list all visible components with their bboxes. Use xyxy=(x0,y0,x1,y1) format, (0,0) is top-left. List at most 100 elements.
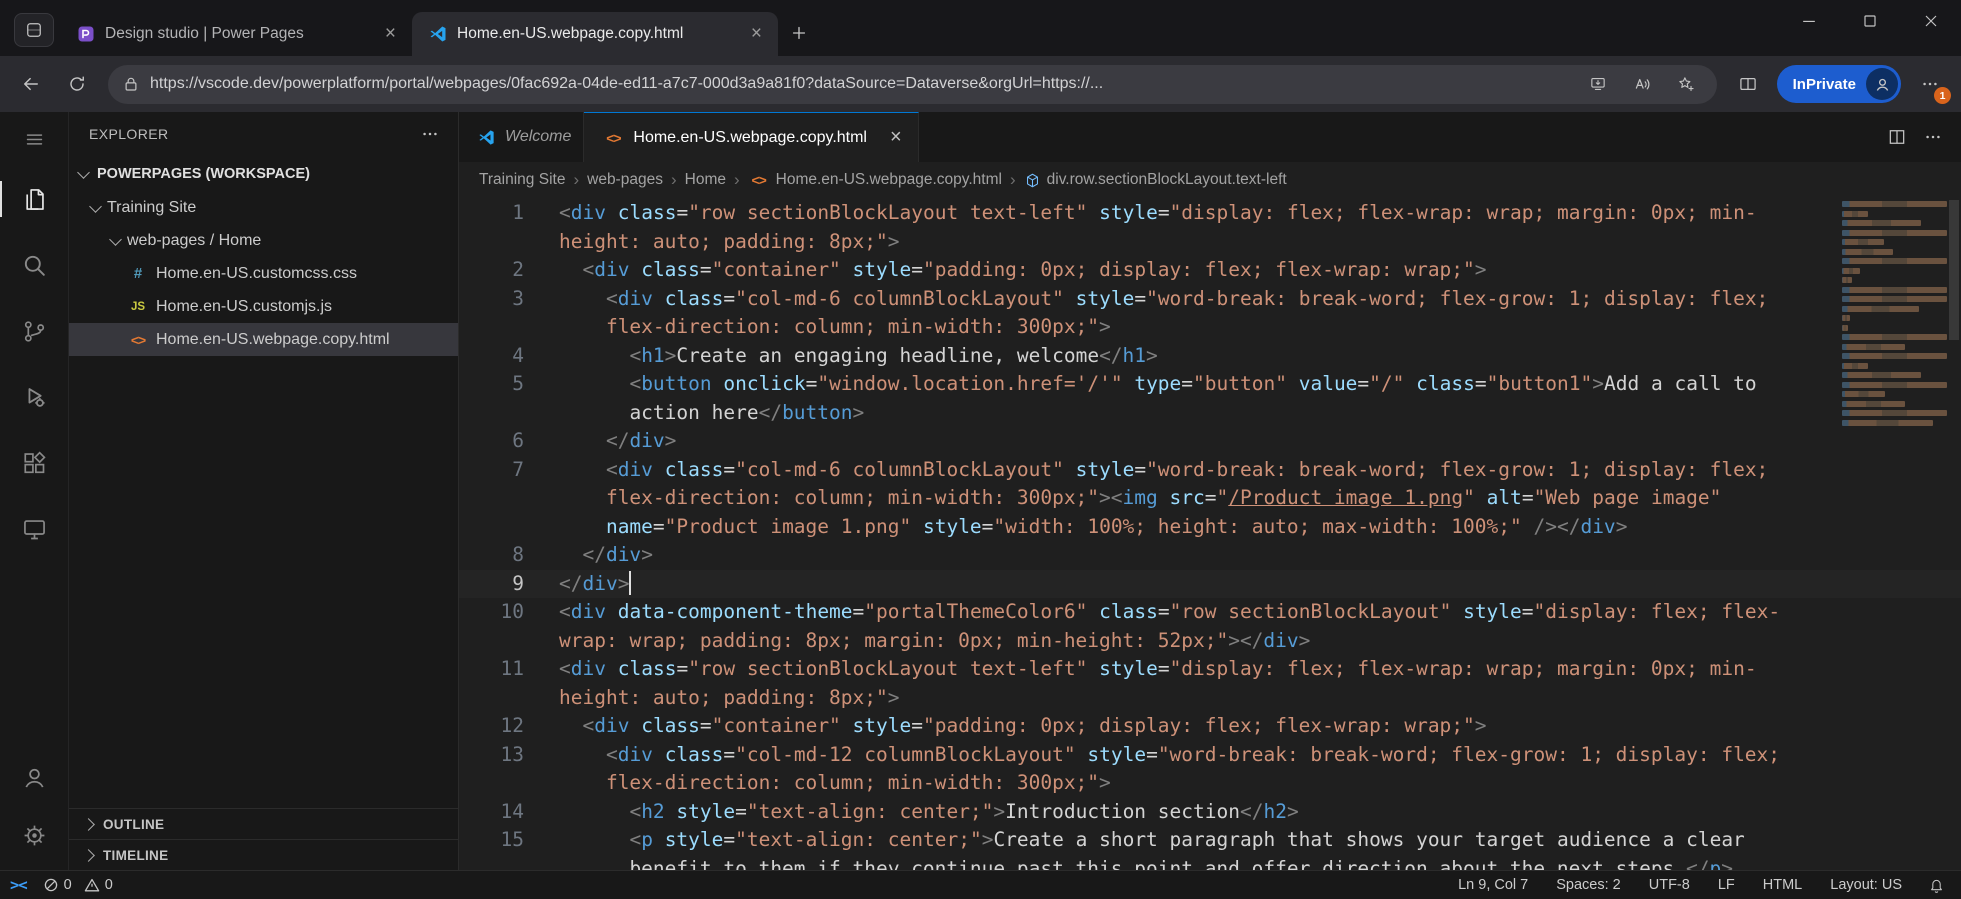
breadcrumb-item[interactable]: Home xyxy=(685,171,726,189)
activity-bar-top xyxy=(0,112,68,562)
workspace-section-header[interactable]: POWERPAGES (WORKSPACE) xyxy=(69,156,458,191)
workspace-label: POWERPAGES (WORKSPACE) xyxy=(97,166,310,182)
activitybar-manage[interactable] xyxy=(0,806,68,864)
inprivate-profile-button[interactable]: InPrivate xyxy=(1777,65,1901,103)
status-item[interactable]: Layout: US xyxy=(1830,877,1902,893)
minimap-line xyxy=(1842,268,1860,274)
chevron-down-icon xyxy=(109,233,122,246)
code-line[interactable]: 9</div> xyxy=(459,570,1961,599)
breadcrumb-item[interactable]: web-pages xyxy=(587,171,663,189)
activitybar-explorer[interactable] xyxy=(0,166,68,232)
activitybar-search[interactable] xyxy=(0,232,68,298)
refresh-icon xyxy=(67,74,87,94)
code-line[interactable]: 3<div class="col-md-6 columnBlockLayout"… xyxy=(459,285,1961,342)
code-line[interactable]: 15<p style="text-align: center;">Create … xyxy=(459,826,1961,870)
breadcrumb-item[interactable]: div.row.sectionBlockLayout.text-left xyxy=(1024,171,1287,189)
line-number: 8 xyxy=(459,541,559,570)
outline-section-header[interactable]: OUTLINE xyxy=(69,808,458,839)
scrollbar-slider[interactable] xyxy=(1949,200,1959,340)
code-line[interactable]: 1<div class="row sectionBlockLayout text… xyxy=(459,199,1961,256)
tree-item[interactable]: <>Home.en-US.webpage.copy.html xyxy=(69,323,458,356)
browser-tab[interactable]: Design studio | Power Pages× xyxy=(60,12,412,56)
editor-more-icon[interactable] xyxy=(1923,127,1943,147)
editor-tab[interactable]: Welcome xyxy=(459,112,584,162)
code-area: 1<div class="row sectionBlockLayout text… xyxy=(459,198,1961,870)
add-favorite-icon[interactable] xyxy=(1669,68,1703,100)
code-line[interactable]: 12<div class="container" style="padding:… xyxy=(459,712,1961,741)
activitybar-accounts[interactable] xyxy=(0,748,68,806)
explorer-more-icon[interactable] xyxy=(420,124,440,144)
code-line[interactable]: 5<button onclick="window.location.href='… xyxy=(459,370,1961,427)
code-editor[interactable]: 1<div class="row sectionBlockLayout text… xyxy=(459,198,1961,870)
editor-scrollbar[interactable] xyxy=(1947,198,1961,870)
address-bar[interactable]: https://vscode.dev/powerplatform/portal/… xyxy=(108,65,1717,104)
extensions-icon xyxy=(21,450,48,477)
vscode-icon xyxy=(477,128,496,147)
status-item[interactable]: UTF-8 xyxy=(1649,877,1690,893)
activitybar-menu[interactable] xyxy=(0,112,68,166)
tree-item[interactable]: web-pages / Home xyxy=(69,224,458,257)
status-item[interactable]: HTML xyxy=(1763,877,1802,893)
code-line[interactable]: 8</div> xyxy=(459,541,1961,570)
minimap-line xyxy=(1842,344,1905,350)
code-line[interactable]: 10<div data-component-theme="portalTheme… xyxy=(459,598,1961,655)
code-line[interactable]: 2<div class="container" style="padding: … xyxy=(459,256,1961,285)
tab-actions-button[interactable] xyxy=(14,13,54,47)
status-item[interactable]: LF xyxy=(1718,877,1735,893)
tree-item[interactable]: #Home.en-US.customcss.css xyxy=(69,257,458,290)
split-editor-icon[interactable] xyxy=(1887,127,1907,147)
accounts-icon xyxy=(21,764,48,791)
url-text[interactable]: https://vscode.dev/powerplatform/portal/… xyxy=(150,75,1571,93)
browser-settings-button[interactable]: 1 xyxy=(1909,64,1951,104)
close-tab-icon[interactable]: × xyxy=(379,23,402,45)
code-line[interactable]: 7<div class="col-md-6 columnBlockLayout"… xyxy=(459,456,1961,542)
activitybar-extensions[interactable] xyxy=(0,430,68,496)
split-screen-icon xyxy=(1738,74,1758,94)
tree-item[interactable]: Training Site xyxy=(69,191,458,224)
problems-status[interactable]: 0 0 xyxy=(43,877,120,893)
refresh-button[interactable] xyxy=(56,64,98,104)
editor-group: Welcome<>Home.en-US.webpage.copy.html× T… xyxy=(459,112,1961,870)
browser-tab[interactable]: Home.en-US.webpage.copy.html× xyxy=(412,12,778,56)
maximize-button[interactable] xyxy=(1839,0,1900,42)
back-button[interactable] xyxy=(10,64,52,104)
status-item[interactable]: Ln 9, Col 7 xyxy=(1458,877,1528,893)
minimize-icon xyxy=(1799,11,1819,31)
notifications-bell-icon[interactable] xyxy=(1928,877,1945,894)
timeline-section-header[interactable]: TIMELINE xyxy=(69,839,458,870)
explorer-icon xyxy=(21,186,48,213)
text-cursor xyxy=(629,571,631,595)
code-line[interactable]: 4<h1>Create an engaging headline, welcom… xyxy=(459,342,1961,371)
editor-tab[interactable]: <>Home.en-US.webpage.copy.html× xyxy=(584,112,918,162)
close-editor-icon[interactable]: × xyxy=(886,126,906,149)
install-app-icon[interactable] xyxy=(1581,68,1615,100)
split-screen-button[interactable] xyxy=(1727,64,1769,104)
back-icon xyxy=(21,74,41,94)
new-tab-button[interactable] xyxy=(778,13,820,53)
minimap[interactable] xyxy=(1842,201,1947,429)
activitybar-remote-explorer[interactable] xyxy=(0,496,68,562)
remote-indicator[interactable]: >< xyxy=(10,876,27,894)
minimap-line xyxy=(1842,325,1848,331)
editor-tab-label: Welcome xyxy=(505,128,571,146)
close-tab-icon[interactable]: × xyxy=(745,23,768,45)
read-aloud-icon[interactable] xyxy=(1625,68,1659,100)
code-line[interactable]: 13<div class="col-md-12 columnBlockLayou… xyxy=(459,741,1961,798)
code-line[interactable]: 14<h2 style="text-align: center;">Introd… xyxy=(459,798,1961,827)
breadcrumb-item[interactable]: Training Site xyxy=(479,171,565,189)
minimap-line xyxy=(1842,353,1947,359)
breadcrumb-item[interactable]: <>Home.en-US.webpage.copy.html xyxy=(748,171,1002,189)
line-number: 10 xyxy=(459,598,559,655)
notification-badge: 1 xyxy=(1934,87,1951,104)
code-line[interactable]: 6</div> xyxy=(459,427,1961,456)
activitybar-run-and-debug[interactable] xyxy=(0,364,68,430)
code-line[interactable]: 11<div class="row sectionBlockLayout tex… xyxy=(459,655,1961,712)
status-item[interactable]: Spaces: 2 xyxy=(1556,877,1621,893)
minimap-line xyxy=(1842,277,1852,283)
close-window-button[interactable] xyxy=(1900,0,1961,42)
minimize-button[interactable] xyxy=(1778,0,1839,42)
tree-item-label: Home.en-US.customjs.js xyxy=(156,298,332,316)
tree-item[interactable]: JSHome.en-US.customjs.js xyxy=(69,290,458,323)
code-text: </div> xyxy=(559,541,1792,570)
activitybar-source-control[interactable] xyxy=(0,298,68,364)
